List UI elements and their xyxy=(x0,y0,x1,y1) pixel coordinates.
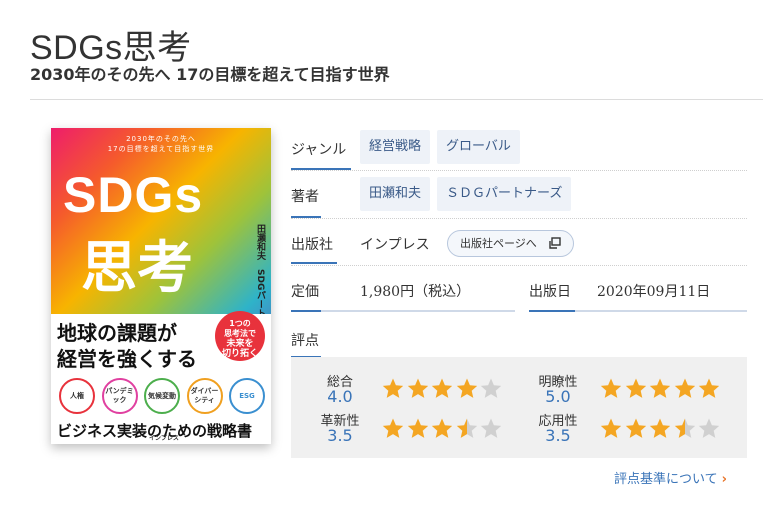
cover-circle: ESG xyxy=(229,378,265,414)
cover-topic-circles: 人権 パンデミック 気候変動 ダイバーシティ ESG xyxy=(59,378,265,414)
star-filled-icon xyxy=(600,378,622,398)
star-filled-icon xyxy=(625,378,646,398)
cover-shiko-text: 思考 xyxy=(81,236,193,301)
author-label: 著者 xyxy=(291,189,319,205)
publisher-value: インプレス xyxy=(360,237,430,253)
author-tag[interactable]: ＳＤＧパートナーズ xyxy=(437,177,572,211)
cover-publisher: インプレス xyxy=(149,435,179,442)
cover-badge-line: 未来を xyxy=(226,339,254,349)
star-empty-icon xyxy=(698,418,720,438)
star-filled-icon xyxy=(698,378,720,398)
cover-sdgs-text: SDGs xyxy=(63,167,204,223)
star-empty-icon xyxy=(480,418,502,438)
star-filled-icon xyxy=(431,378,453,398)
cover-lead-line: 2030年のその先へ xyxy=(126,135,196,143)
star-filled-icon xyxy=(600,418,622,438)
star-filled-icon xyxy=(674,378,695,398)
star-filled-icon xyxy=(407,418,428,438)
star-filled-icon xyxy=(382,378,404,398)
star-empty-icon xyxy=(480,378,502,398)
star-half-icon xyxy=(674,418,695,438)
rating-criteria-link-label: 評点基準について xyxy=(614,472,718,487)
rating-clarity-value: 5.0 xyxy=(545,387,571,406)
price-label-underline xyxy=(291,310,321,312)
rating-label: 評点 xyxy=(291,333,319,349)
cover-slogan-line: 地球の課題が xyxy=(57,321,177,345)
external-window-icon xyxy=(549,237,561,249)
row-divider xyxy=(291,265,747,266)
cover-badge-line: 切り拓く xyxy=(221,349,258,359)
star-filled-icon xyxy=(649,378,671,398)
rating-applicability-stars xyxy=(599,417,722,440)
page-subtitle: 2030年のその先へ 17の目標を超えて目指す世界 xyxy=(30,65,390,84)
cover-circle: 人権 xyxy=(59,378,95,414)
date-label-underline xyxy=(529,310,575,312)
cover-circle: ダイバーシティ xyxy=(186,378,223,414)
publisher-page-button-label: 出版社ページへ xyxy=(460,237,537,250)
rating-clarity-stars xyxy=(599,377,722,400)
rating-applicability-value: 3.5 xyxy=(545,426,571,445)
rating-overall-stars xyxy=(381,377,504,400)
star-filled-icon xyxy=(456,378,477,398)
star-half-icon xyxy=(456,418,477,438)
date-label: 出版日 xyxy=(529,284,571,300)
rating-innovation-value: 3.5 xyxy=(327,426,353,445)
star-filled-icon xyxy=(625,418,646,438)
cover-slogan: 地球の課題が 経営を強くする xyxy=(57,320,197,372)
publisher-page-button[interactable]: 出版社ページへ xyxy=(447,230,574,257)
cover-lead: 2030年のその先へ 17の目標を超えて目指す世界 xyxy=(51,134,271,154)
author-tag[interactable]: 田瀬和夫 xyxy=(360,177,431,211)
genre-label: ジャンル xyxy=(291,142,347,158)
star-filled-icon xyxy=(382,418,404,438)
cover-circle: パンデミック xyxy=(101,378,138,414)
publisher-label-underline xyxy=(291,262,337,264)
cover-badge-line: 思考法で xyxy=(224,329,256,338)
cover-slogan-line: 経営を強くする xyxy=(57,347,197,371)
star-filled-icon xyxy=(649,418,671,438)
star-filled-icon xyxy=(407,378,428,398)
cover-circle: 気候変動 xyxy=(144,378,180,414)
cover-badge: 1つの 思考法で 未来を 切り拓く xyxy=(215,311,265,361)
star-filled-icon xyxy=(431,418,453,438)
row-divider xyxy=(291,218,747,219)
publisher-label: 出版社 xyxy=(291,237,333,253)
price-label: 定価 xyxy=(291,284,319,300)
price-value: 1,980円（税込） xyxy=(360,284,471,300)
genre-tag[interactable]: 経営戦略 xyxy=(360,130,431,164)
cover-badge-line: 1つの xyxy=(229,319,251,328)
header-divider xyxy=(30,99,763,100)
cover-lead-line: 17の目標を超えて目指す世界 xyxy=(107,145,215,153)
book-cover: 2030年のその先へ 17の目標を超えて目指す世界 SDGs 思考 田瀬和夫 S… xyxy=(51,128,271,444)
chevron-right-icon: › xyxy=(721,472,727,487)
rating-criteria-link[interactable]: 評点基準について › xyxy=(614,468,727,487)
price-row-underline xyxy=(291,310,515,312)
genre-tag[interactable]: グローバル xyxy=(437,130,520,164)
row-divider xyxy=(291,170,747,171)
rating-innovation-stars xyxy=(381,417,504,440)
date-value: 2020年09月11日 xyxy=(597,284,711,300)
rating-overall-value: 4.0 xyxy=(327,387,353,406)
